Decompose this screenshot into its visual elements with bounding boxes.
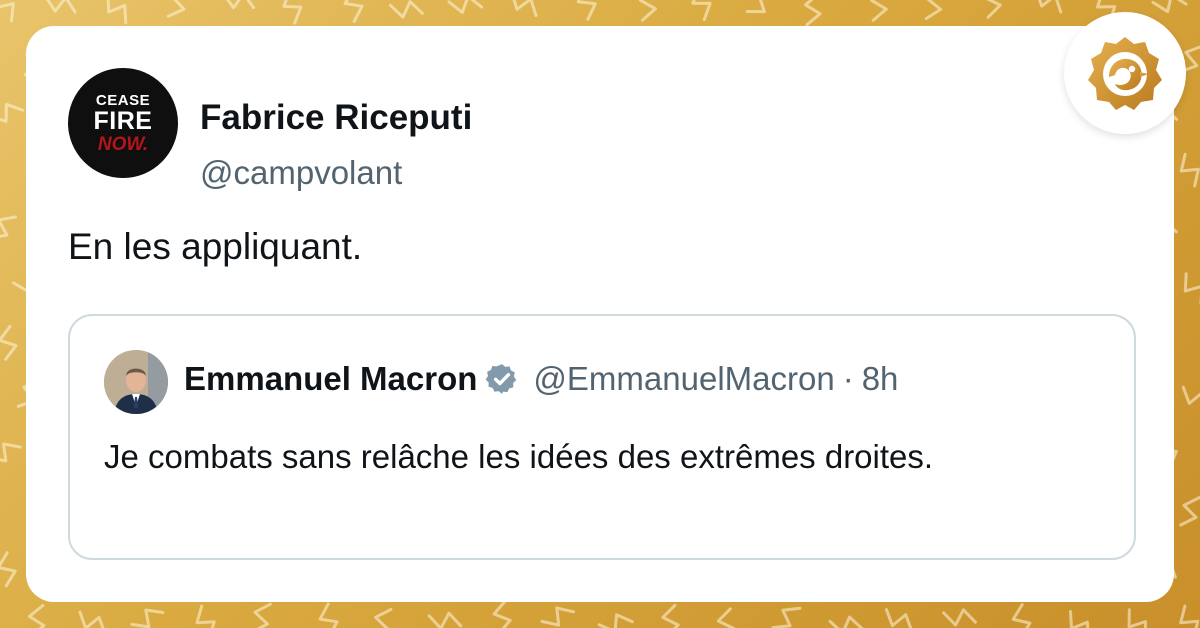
zigzag-mark bbox=[597, 613, 634, 628]
tweet-card: CEASE FIRE NOW. Fabrice Riceputi @campvo… bbox=[26, 26, 1174, 602]
zigzag-mark bbox=[638, 0, 657, 22]
zigzag-mark bbox=[0, 551, 17, 588]
zigzag-mark bbox=[716, 607, 736, 628]
zigzag-mark bbox=[166, 0, 186, 18]
zigzag-mark bbox=[745, 0, 766, 14]
author-name[interactable]: Fabrice Riceputi bbox=[200, 98, 472, 138]
zigzag-mark bbox=[1179, 152, 1200, 188]
zigzag-mark bbox=[1179, 496, 1200, 527]
zigzag-mark bbox=[924, 0, 943, 21]
zigzag-mark bbox=[27, 604, 46, 628]
zigzag-mark bbox=[492, 599, 512, 628]
zigzag-mark bbox=[78, 610, 105, 628]
zigzag-mark bbox=[318, 602, 339, 628]
zigzag-mark bbox=[447, 0, 484, 14]
zigzag-mark bbox=[282, 0, 303, 25]
zigzag-mark bbox=[106, 0, 128, 25]
zigzag-mark bbox=[253, 602, 272, 628]
quoted-author-avatar[interactable] bbox=[104, 350, 168, 414]
quoted-tweet-text: Je combats sans relâche les idées des ex… bbox=[104, 438, 934, 475]
zigzag-mark bbox=[512, 0, 538, 17]
zigzag-mark bbox=[130, 608, 165, 628]
zigzag-mark bbox=[1181, 385, 1200, 405]
quoted-tweet-timestamp[interactable]: 8h bbox=[862, 360, 899, 398]
zigzag-mark bbox=[986, 0, 1002, 19]
zigzag-mark bbox=[1038, 0, 1063, 14]
author-avatar[interactable]: CEASE FIRE NOW. bbox=[68, 68, 178, 178]
zigzag-mark bbox=[1179, 604, 1200, 628]
avatar-text-line-3: NOW. bbox=[97, 133, 149, 155]
zigzag-mark bbox=[884, 608, 913, 628]
avatar-text-line-1: CEASE bbox=[95, 91, 151, 109]
zigzag-mark bbox=[942, 608, 977, 627]
zigzag-mark bbox=[427, 611, 463, 628]
zigzag-mark bbox=[540, 606, 576, 627]
person-photo-icon bbox=[104, 350, 168, 414]
zigzag-mark bbox=[0, 442, 22, 463]
zigzag-mark bbox=[1151, 0, 1188, 14]
zigzag-mark bbox=[374, 607, 393, 628]
zigzag-mark bbox=[343, 0, 364, 23]
zigzag-mark bbox=[0, 102, 25, 123]
zigzag-mark bbox=[804, 0, 822, 27]
zigzag-mark bbox=[691, 0, 712, 22]
zigzag-mark bbox=[1011, 603, 1032, 628]
zigzag-mark bbox=[1127, 608, 1147, 628]
avatar-text-line-2: FIRE bbox=[93, 106, 153, 135]
zigzag-mark bbox=[771, 606, 802, 628]
author-handle[interactable]: @campvolant bbox=[200, 154, 402, 192]
zigzag-mark bbox=[0, 325, 18, 361]
zigzag-mark bbox=[1069, 610, 1090, 628]
quoted-author-name[interactable]: Emmanuel Macron bbox=[184, 360, 477, 398]
tweet-text: En les appliquant. bbox=[68, 226, 363, 267]
brand-logo-badge bbox=[1064, 12, 1186, 134]
zigzag-mark bbox=[0, 215, 17, 238]
zigzag-mark bbox=[1183, 272, 1200, 305]
verified-badge-icon bbox=[485, 362, 519, 396]
separator-dot: · bbox=[842, 360, 854, 397]
zigzag-mark bbox=[0, 2, 15, 23]
zigzag-mark bbox=[661, 603, 680, 628]
zigzag-mark bbox=[828, 615, 864, 628]
bird-logo-icon bbox=[1088, 37, 1162, 110]
quoted-tweet[interactable]: Emmanuel Macron @EmmanuelMacron · 8h Je … bbox=[68, 314, 1136, 560]
quoted-author-handle[interactable]: @EmmanuelMacron bbox=[533, 360, 834, 398]
zigzag-mark bbox=[46, 0, 77, 14]
quoted-tweet-header: Emmanuel Macron @EmmanuelMacron · 8h bbox=[184, 360, 898, 398]
zigzag-mark bbox=[226, 0, 256, 10]
zigzag-mark bbox=[389, 0, 424, 19]
zigzag-mark bbox=[576, 0, 597, 21]
zigzag-mark bbox=[195, 604, 216, 628]
zigzag-mark bbox=[869, 0, 888, 22]
